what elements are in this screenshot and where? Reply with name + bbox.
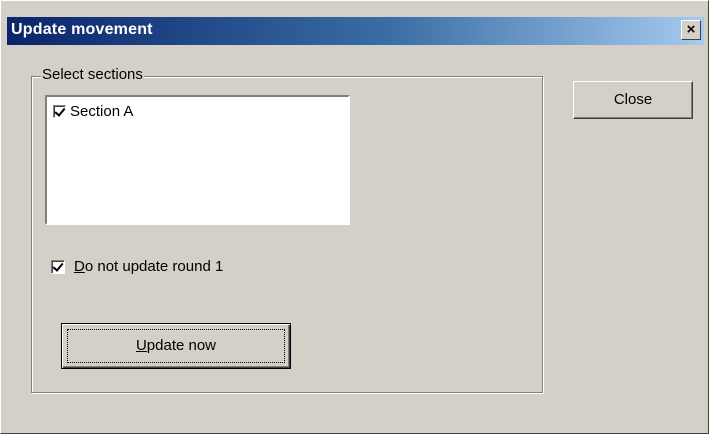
- dialog-window: Update movement × Select sections Sectio…: [0, 0, 709, 434]
- mnemonic-d: D: [74, 258, 85, 275]
- window-title: Update movement: [11, 21, 153, 38]
- do-not-update-round1-option[interactable]: Do not update round 1: [51, 258, 223, 275]
- option-label-rest: o not update round 1: [84, 258, 224, 275]
- check-icon[interactable]: [53, 105, 66, 118]
- mnemonic-u: U: [135, 337, 147, 354]
- title-bar[interactable]: Update movement ×: [7, 17, 704, 45]
- close-button[interactable]: Close: [573, 81, 693, 119]
- close-icon[interactable]: ×: [681, 20, 701, 40]
- update-now-label: Update now: [136, 337, 216, 354]
- sections-listbox[interactable]: Section A: [45, 95, 350, 225]
- update-label-rest: pdate now: [146, 337, 217, 354]
- update-now-button[interactable]: Update now: [61, 323, 291, 369]
- section-label: Section A: [70, 103, 134, 120]
- list-item-section-a[interactable]: Section A: [53, 103, 133, 120]
- option-label: Do not update round 1: [74, 258, 223, 275]
- check-icon[interactable]: [51, 259, 65, 274]
- group-legend: Select sections: [41, 66, 144, 83]
